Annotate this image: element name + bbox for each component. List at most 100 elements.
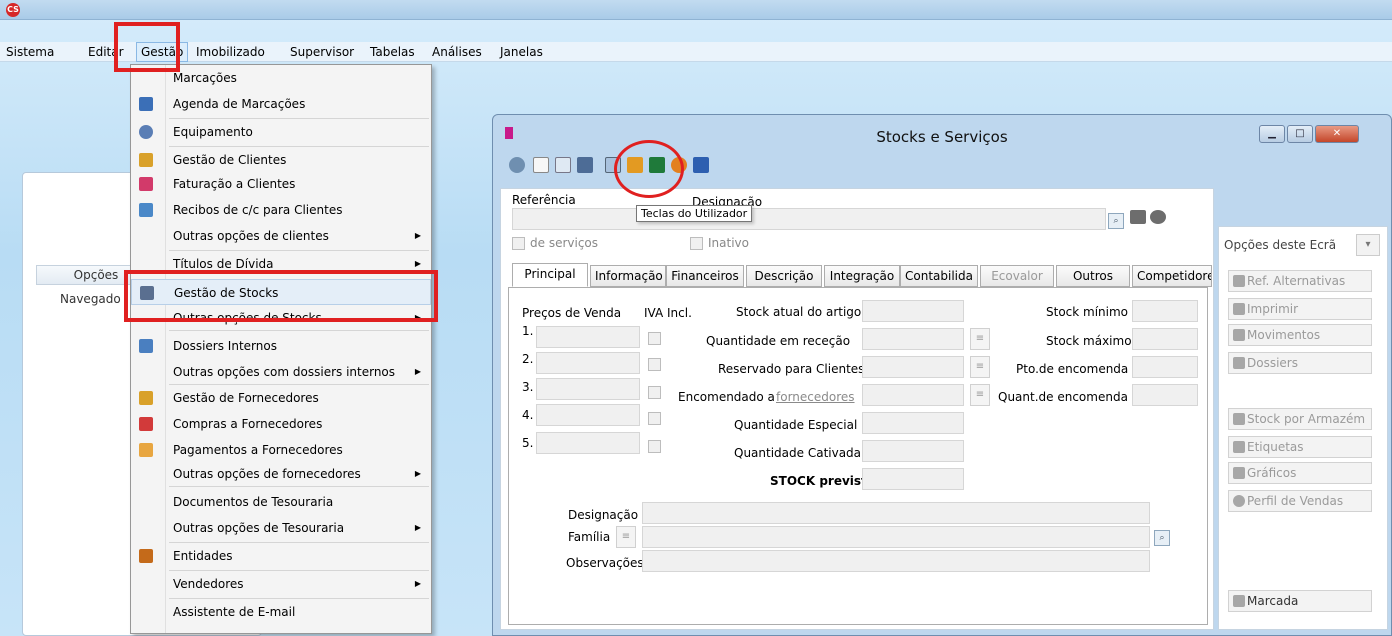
- menu-janelas[interactable]: Janelas: [500, 45, 543, 59]
- tab-descricao[interactable]: Descrição: [746, 265, 822, 287]
- price-4-field[interactable]: [536, 404, 640, 426]
- menu-item-compras-fornecedores[interactable]: Compras a Fornecedores: [131, 411, 431, 437]
- menu-item-label: Pagamentos a Fornecedores: [173, 443, 343, 457]
- quantidade-cativada-field[interactable]: [862, 440, 964, 462]
- menu-analises[interactable]: Análises: [432, 45, 482, 59]
- search-icon[interactable]: [509, 157, 525, 173]
- referencia-designacao-field[interactable]: [512, 208, 1106, 230]
- perfil-de-vendas-button[interactable]: Perfil de Vendas: [1228, 490, 1372, 512]
- fornecedores-link[interactable]: fornecedores: [776, 390, 855, 404]
- quantidade-rececao-field[interactable]: [862, 328, 964, 350]
- tab-informacao[interactable]: Informação: [590, 265, 666, 287]
- list-icon[interactable]: ≡: [970, 356, 990, 378]
- submenu-arrow-icon: ▶: [414, 367, 421, 376]
- menu-item-outras-dossiers[interactable]: Outras opções com dossiers internos ▶: [131, 359, 431, 385]
- tab-integracao[interactable]: Integração: [824, 265, 900, 287]
- menu-item-assistente-email[interactable]: Assistente de E-mail: [131, 599, 431, 625]
- familia-field[interactable]: [642, 526, 1150, 548]
- menu-item-entidades[interactable]: Entidades: [131, 543, 431, 569]
- imprimir-button[interactable]: Imprimir: [1228, 298, 1372, 320]
- iva-1-checkbox[interactable]: [648, 332, 661, 345]
- price-1-field[interactable]: [536, 326, 640, 348]
- marcada-icon: [1233, 595, 1245, 607]
- menu-item-faturacao-clientes[interactable]: Faturação a Clientes: [131, 171, 431, 197]
- lookup-icon[interactable]: ⌕: [1108, 213, 1124, 229]
- encomendado-field[interactable]: [862, 384, 964, 406]
- pin-icon[interactable]: [1150, 210, 1166, 224]
- image-icon[interactable]: [1130, 210, 1146, 224]
- tab-principal[interactable]: Principal: [512, 263, 588, 287]
- lookup-icon[interactable]: ⌕: [1154, 530, 1170, 546]
- inativo-checkbox[interactable]: [690, 237, 703, 250]
- tab-contabilidade[interactable]: Contabilida: [900, 265, 978, 287]
- price-5-field[interactable]: [536, 432, 640, 454]
- new-document-icon[interactable]: [533, 157, 549, 173]
- minimize-button[interactable]: ▁: [1259, 125, 1285, 143]
- quantidade-rececao-label: Quantidade em receção: [706, 334, 851, 348]
- iva-3-checkbox[interactable]: [648, 386, 661, 399]
- menu-item-label: Assistente de E-mail: [173, 605, 296, 619]
- table-icon[interactable]: [577, 157, 593, 173]
- clients-icon: [139, 153, 153, 167]
- price-2-field[interactable]: [536, 352, 640, 374]
- menu-item-outras-fornecedores[interactable]: Outras opções de fornecedores ▶: [131, 461, 431, 487]
- stock-atual-field[interactable]: [862, 300, 964, 322]
- menu-item-outras-clientes[interactable]: Outras opções de clientes ▶: [131, 223, 431, 249]
- tab-financeiros[interactable]: Financeiros: [666, 265, 744, 287]
- etiquetas-button[interactable]: Etiquetas: [1228, 436, 1372, 458]
- menu-item-equipamento[interactable]: Equipamento: [131, 119, 431, 145]
- tab-outros[interactable]: Outros: [1056, 265, 1130, 287]
- stock-previsto-field[interactable]: [862, 468, 964, 490]
- submenu-arrow-icon: ▶: [414, 469, 421, 478]
- menu-imobilizado[interactable]: Imobilizado: [196, 45, 265, 59]
- app-logo-icon: CS: [6, 3, 20, 17]
- menu-item-pagamentos-fornecedores[interactable]: Pagamentos a Fornecedores: [131, 437, 431, 463]
- marcada-toggle[interactable]: Marcada: [1228, 590, 1372, 612]
- observacoes-field[interactable]: [642, 550, 1150, 572]
- menu-supervisor[interactable]: Supervisor: [290, 45, 354, 59]
- list-icon[interactable]: ≡: [616, 526, 636, 548]
- receipt-icon: [139, 203, 153, 217]
- menu-tabelas[interactable]: Tabelas: [370, 45, 415, 59]
- menu-item-documentos-tesouraria[interactable]: Documentos de Tesouraria: [131, 489, 431, 515]
- printer-icon: [1233, 303, 1245, 315]
- de-servicos-checkbox[interactable]: [512, 237, 525, 250]
- stock-maximo-field[interactable]: [1132, 328, 1198, 350]
- ref-alternativas-button[interactable]: Ref. Alternativas: [1228, 270, 1372, 292]
- menu-item-outras-tesouraria[interactable]: Outras opções de Tesouraria ▶: [131, 515, 431, 541]
- dossiers-button[interactable]: Dossiers: [1228, 352, 1372, 374]
- movimentos-icon: [1233, 329, 1245, 341]
- menu-sistema[interactable]: Sistema: [6, 45, 54, 59]
- quant-encomenda-field[interactable]: [1132, 384, 1198, 406]
- chart-icon[interactable]: [693, 157, 709, 173]
- menu-item-agenda-marcacoes[interactable]: Agenda de Marcações: [131, 91, 431, 117]
- stock-por-armazem-button[interactable]: Stock por Armazém: [1228, 408, 1372, 430]
- list-icon[interactable]: ≡: [970, 328, 990, 350]
- menu-item-label: Faturação a Clientes: [173, 177, 296, 191]
- designacao-field[interactable]: [642, 502, 1150, 524]
- menu-item-dossiers-internos[interactable]: Dossiers Internos: [131, 333, 431, 359]
- options-dropdown[interactable]: ▾: [1356, 234, 1380, 256]
- menu-item-gestao-clientes[interactable]: Gestão de Clientes: [131, 147, 431, 173]
- stock-por-armazem-label: Stock por Armazém: [1247, 412, 1366, 426]
- quantidade-especial-field[interactable]: [862, 412, 964, 434]
- maximize-button[interactable]: □: [1287, 125, 1313, 143]
- movimentos-button[interactable]: Movimentos: [1228, 324, 1372, 346]
- navigator-label[interactable]: Navegado: [60, 292, 121, 306]
- graficos-button[interactable]: Gráficos: [1228, 462, 1372, 484]
- reservado-clientes-field[interactable]: [862, 356, 964, 378]
- stock-minimo-field[interactable]: [1132, 300, 1198, 322]
- iva-5-checkbox[interactable]: [648, 440, 661, 453]
- pto-encomenda-field[interactable]: [1132, 356, 1198, 378]
- menu-item-label: Gestão de Clientes: [173, 153, 287, 167]
- menu-item-vendedores[interactable]: Vendedores ▶: [131, 571, 431, 597]
- tab-competidores[interactable]: Competidore: [1132, 265, 1212, 287]
- iva-4-checkbox[interactable]: [648, 412, 661, 425]
- close-button[interactable]: ✕: [1315, 125, 1359, 143]
- list-icon[interactable]: ≡: [970, 384, 990, 406]
- menu-item-gestao-fornecedores[interactable]: Gestão de Fornecedores: [131, 385, 431, 411]
- iva-2-checkbox[interactable]: [648, 358, 661, 371]
- edit-document-icon[interactable]: [555, 157, 571, 173]
- price-3-field[interactable]: [536, 378, 640, 400]
- menu-item-recibos-clientes[interactable]: Recibos de c/c para Clientes: [131, 197, 431, 223]
